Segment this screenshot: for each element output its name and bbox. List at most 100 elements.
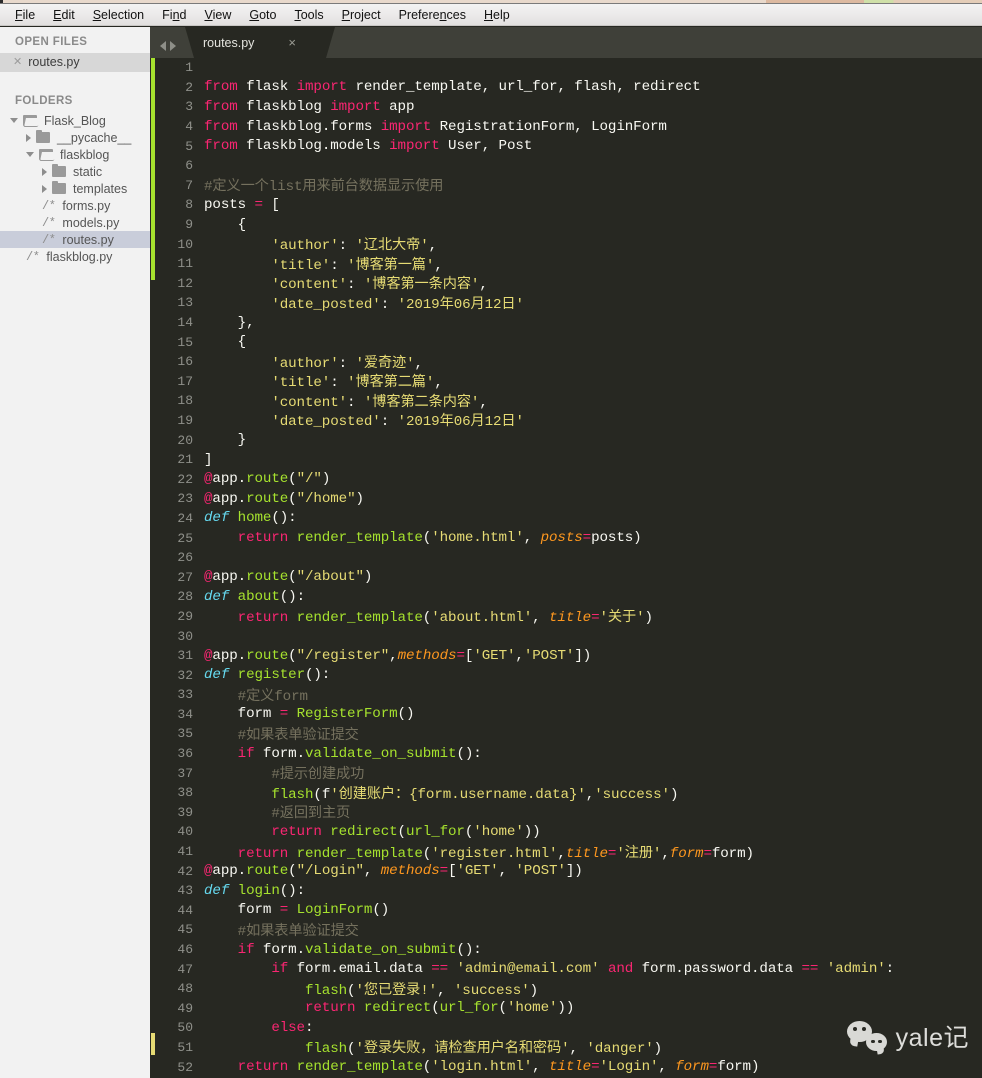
- code-text[interactable]: flash('登录失败，请检查用户名和密码', 'danger'): [204, 1037, 662, 1057]
- close-icon[interactable]: ✕: [13, 56, 22, 68]
- code-line-48[interactable]: 48 flash('您已登录!', 'success'): [156, 979, 982, 999]
- code-line-29[interactable]: 29 return render_template('about.html', …: [156, 607, 982, 627]
- code-line-41[interactable]: 41 return render_template('register.html…: [156, 842, 982, 862]
- chevron-right-icon[interactable]: [26, 133, 31, 142]
- code-line-9[interactable]: 9 {: [156, 215, 982, 235]
- code-text[interactable]: 'author': '辽北大帝',: [204, 234, 437, 254]
- code-text[interactable]: },: [204, 315, 255, 331]
- code-text[interactable]: @app.route("/about"): [204, 569, 372, 585]
- tree-item-flaskblog-py[interactable]: /* flaskblog.py: [0, 248, 150, 265]
- menu-preferences[interactable]: Preferences: [390, 5, 475, 25]
- code-line-8[interactable]: 8 posts = [: [156, 195, 982, 215]
- code-line-5[interactable]: 5 from flaskblog.models import User, Post: [156, 136, 982, 156]
- code-line-39[interactable]: 39 #返回到主页: [156, 803, 982, 823]
- code-line-46[interactable]: 46 if form.validate_on_submit():: [156, 940, 982, 960]
- code-line-25[interactable]: 25 return render_template('home.html', p…: [156, 528, 982, 548]
- code-text[interactable]: 'title': '博客第一篇',: [204, 254, 443, 274]
- menu-view[interactable]: View: [195, 5, 240, 25]
- menu-edit[interactable]: Edit: [44, 5, 84, 25]
- code-line-52[interactable]: 52 return render_template('login.html', …: [156, 1057, 982, 1077]
- code-line-37[interactable]: 37 #提示创建成功: [156, 763, 982, 784]
- code-line-19[interactable]: 19 'date_posted': '2019年06月12日': [156, 411, 982, 431]
- chevron-down-icon[interactable]: [26, 152, 34, 157]
- code-line-36[interactable]: 36 if form.validate_on_submit():: [156, 744, 982, 764]
- code-text[interactable]: return render_template('login.html', tit…: [204, 1059, 760, 1075]
- code-line-24[interactable]: 24 def home():: [156, 509, 982, 529]
- code-text[interactable]: def login():: [204, 883, 305, 899]
- code-line-17[interactable]: 17 'title': '博客第二篇',: [156, 372, 982, 392]
- code-line-30[interactable]: 30: [156, 626, 982, 646]
- code-text[interactable]: #定义form: [204, 685, 308, 705]
- code-text[interactable]: def home():: [204, 510, 297, 526]
- code-line-31[interactable]: 31 @app.route("/register",methods=['GET',…: [156, 646, 982, 666]
- chevron-right-icon[interactable]: [42, 184, 47, 193]
- menu-tools[interactable]: Tools: [285, 5, 332, 25]
- tab-nav-arrows[interactable]: [150, 41, 185, 58]
- code-text[interactable]: if form.validate_on_submit():: [204, 746, 482, 762]
- tree-item-routes-py[interactable]: /* routes.py: [0, 231, 150, 248]
- code-text[interactable]: 'date_posted': '2019年06月12日': [204, 293, 524, 313]
- code-text[interactable]: else:: [204, 1020, 313, 1036]
- code-line-35[interactable]: 35 #如果表单验证提交: [156, 724, 982, 744]
- code-text[interactable]: from flaskblog.models import User, Post: [204, 138, 532, 154]
- code-text[interactable]: 'content': '博客第二条内容',: [204, 391, 488, 411]
- code-line-11[interactable]: 11 'title': '博客第一篇',: [156, 254, 982, 274]
- tree-item-flask-blog[interactable]: Flask_Blog: [0, 112, 150, 129]
- code-text[interactable]: form = LoginForm(): [204, 902, 390, 918]
- code-line-20[interactable]: 20 }: [156, 430, 982, 450]
- code-text[interactable]: if form.validate_on_submit():: [204, 942, 482, 958]
- code-line-12[interactable]: 12 'content': '博客第一条内容',: [156, 274, 982, 294]
- code-line-23[interactable]: 23 @app.route("/home"): [156, 489, 982, 509]
- code-text[interactable]: flash(f'创建账户：{form.username.data}','succ…: [204, 783, 678, 803]
- code-line-27[interactable]: 27 @app.route("/about"): [156, 567, 982, 587]
- code-text[interactable]: return redirect(url_for('home')): [204, 824, 540, 840]
- tree-item-templates[interactable]: templates: [0, 180, 150, 197]
- code-text[interactable]: return render_template('home.html', post…: [204, 530, 642, 546]
- code-line-22[interactable]: 22 @app.route("/"): [156, 469, 982, 489]
- code-text[interactable]: 'title': '博客第二篇',: [204, 371, 443, 391]
- tab-close-icon[interactable]: ×: [288, 36, 296, 49]
- code-line-32[interactable]: 32 def register():: [156, 665, 982, 685]
- code-text[interactable]: @app.route("/"): [204, 471, 330, 487]
- tree-item-static[interactable]: static: [0, 163, 150, 180]
- code-text[interactable]: {: [204, 334, 247, 350]
- code-text[interactable]: form = RegisterForm(): [204, 706, 415, 722]
- code-text[interactable]: }: [204, 432, 247, 448]
- code-text[interactable]: #定义一个list用来前台数据显示使用: [204, 175, 443, 195]
- menu-project[interactable]: Project: [333, 5, 390, 25]
- code-text[interactable]: from flaskblog.forms import Registration…: [204, 119, 667, 135]
- code-text[interactable]: {: [204, 217, 247, 233]
- code-text[interactable]: @app.route("/Login", methods=['GET', 'PO…: [204, 863, 583, 879]
- tree-item-forms-py[interactable]: /* forms.py: [0, 197, 150, 214]
- code-line-15[interactable]: 15 {: [156, 332, 982, 352]
- code-line-47[interactable]: 47 if form.email.data == 'admin@email.co…: [156, 959, 982, 979]
- code-line-40[interactable]: 40 return redirect(url_for('home')): [156, 822, 982, 842]
- code-text[interactable]: #提示创建成功: [204, 763, 364, 783]
- code-text[interactable]: @app.route("/register",methods=['GET','P…: [204, 648, 591, 664]
- code-text[interactable]: return render_template('register.html',t…: [204, 842, 754, 862]
- code-lines[interactable]: 1 2 from flask import render_template, url…: [156, 58, 982, 1078]
- code-text[interactable]: @app.route("/home"): [204, 491, 364, 507]
- code-line-43[interactable]: 43 def login():: [156, 881, 982, 901]
- code-line-38[interactable]: 38 flash(f'创建账户：{form.username.data}','s…: [156, 783, 982, 803]
- code-line-7[interactable]: 7 #定义一个list用来前台数据显示使用: [156, 176, 982, 196]
- tree-item---pycache--[interactable]: __pycache__: [0, 129, 150, 146]
- code-line-42[interactable]: 42 @app.route("/Login", methods=['GET', '…: [156, 861, 982, 881]
- code-text[interactable]: from flaskblog import app: [204, 99, 414, 115]
- code-line-10[interactable]: 10 'author': '辽北大帝',: [156, 234, 982, 255]
- code-line-4[interactable]: 4 from flaskblog.forms import Registratio…: [156, 117, 982, 137]
- code-line-33[interactable]: 33 #定义form: [156, 685, 982, 705]
- code-text[interactable]: return redirect(url_for('home')): [204, 1000, 574, 1016]
- code-line-3[interactable]: 3 from flaskblog import app: [156, 97, 982, 117]
- tab-routes-py[interactable]: routes.py ×: [185, 27, 335, 58]
- code-text[interactable]: posts = [: [204, 197, 280, 213]
- code-line-14[interactable]: 14 },: [156, 313, 982, 333]
- code-text[interactable]: 'date_posted': '2019年06月12日': [204, 410, 524, 430]
- tree-item-flaskblog[interactable]: flaskblog: [0, 146, 150, 163]
- code-line-28[interactable]: 28 def about():: [156, 587, 982, 607]
- code-text[interactable]: def register():: [204, 667, 330, 683]
- code-text[interactable]: flash('您已登录!', 'success'): [204, 979, 538, 999]
- code-text[interactable]: #返回到主页: [204, 802, 350, 822]
- code-text[interactable]: def about():: [204, 589, 305, 605]
- chevron-right-icon[interactable]: [170, 41, 176, 51]
